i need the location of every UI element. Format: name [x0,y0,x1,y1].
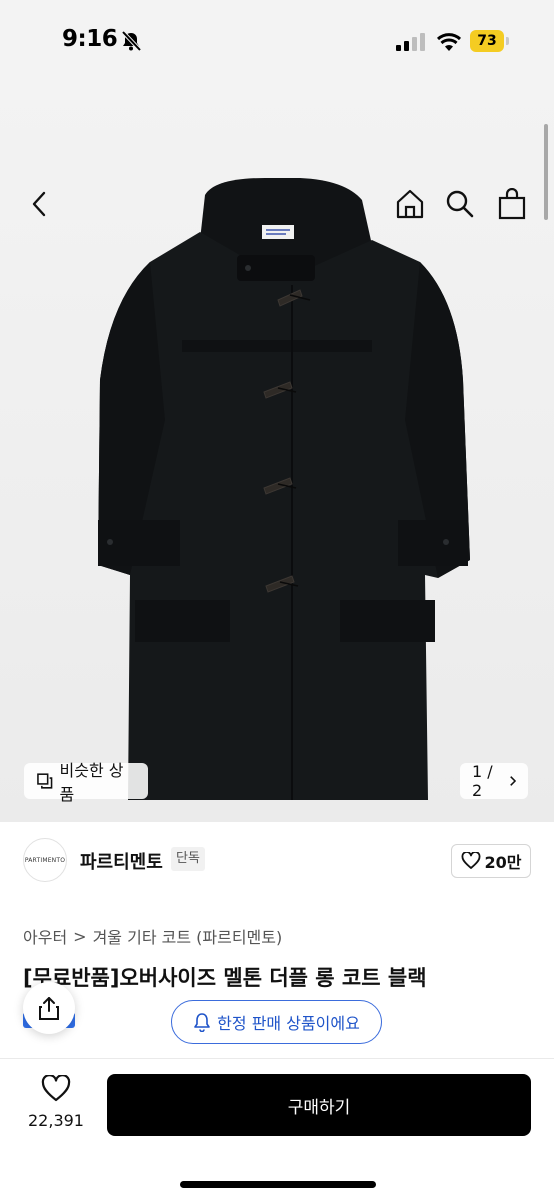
wifi-icon [436,33,462,51]
status-bar: 9:16 73 [0,0,554,84]
breadcrumb: 아우터 > 겨울 기타 코트 (파르티멘토) [23,924,282,948]
share-button[interactable] [23,982,75,1034]
similar-products-button[interactable]: 비슷한 상품 [24,761,148,804]
home-indicator[interactable] [180,1181,376,1188]
back-button[interactable] [20,184,60,224]
brand-like-button[interactable]: 20만 [451,844,531,878]
heart-outline-icon [461,852,480,869]
exclusive-badge: 단독 [171,847,205,871]
bell-icon [194,1013,210,1032]
brand-row[interactable]: PARTIMENTO 파르티멘토 단독 20만 [0,836,554,886]
status-time: 9:16 [62,26,118,52]
bottom-action-bar: 22,391 구매하기 [0,1058,554,1200]
chevron-right-icon [510,776,516,786]
image-pager-count: 1 / 2 [472,762,493,800]
brand-logo[interactable]: PARTIMENTO [23,838,67,882]
similar-products-label: 비슷한 상품 [59,761,124,804]
battery-cap [506,37,509,45]
wishlist-button[interactable]: 22,391 [24,1074,88,1130]
copy-icon [37,773,53,789]
limited-sale-notice: 한정 판매 상품이에요 [171,1000,382,1044]
buy-button[interactable]: 구매하기 [107,1074,531,1136]
breadcrumb-category[interactable]: 아우터 [23,924,67,948]
cellular-signal-icon [396,33,425,51]
silent-bell-icon [121,30,142,52]
image-pager[interactable]: 1 / 2 [460,762,528,800]
brand-like-count: 20만 [484,853,522,872]
cart-button[interactable] [492,184,532,224]
wishlist-count: 22,391 [28,1111,84,1130]
home-icon [396,189,424,219]
limited-sale-text: 한정 판매 상품이에요 [217,1014,360,1033]
heart-icon [41,1074,71,1102]
chevron-left-icon [32,191,46,217]
share-icon [39,997,59,1020]
shopping-bag-icon [498,188,526,220]
home-button[interactable] [390,184,430,224]
search-button[interactable] [440,184,480,224]
search-icon [446,190,474,218]
battery-level: 73 [470,30,504,52]
scrollbar-thumb[interactable] [544,124,548,220]
brand-name[interactable]: 파르티멘토 [80,848,163,874]
breadcrumb-subcategory[interactable]: 겨울 기타 코트 (파르티멘토) [93,924,283,948]
product-image-carousel[interactable] [0,84,554,822]
product-title: [무료반품]오버사이즈 멜톤 더플 롱 코트 블랙 [23,966,427,990]
breadcrumb-separator: > [73,926,87,946]
